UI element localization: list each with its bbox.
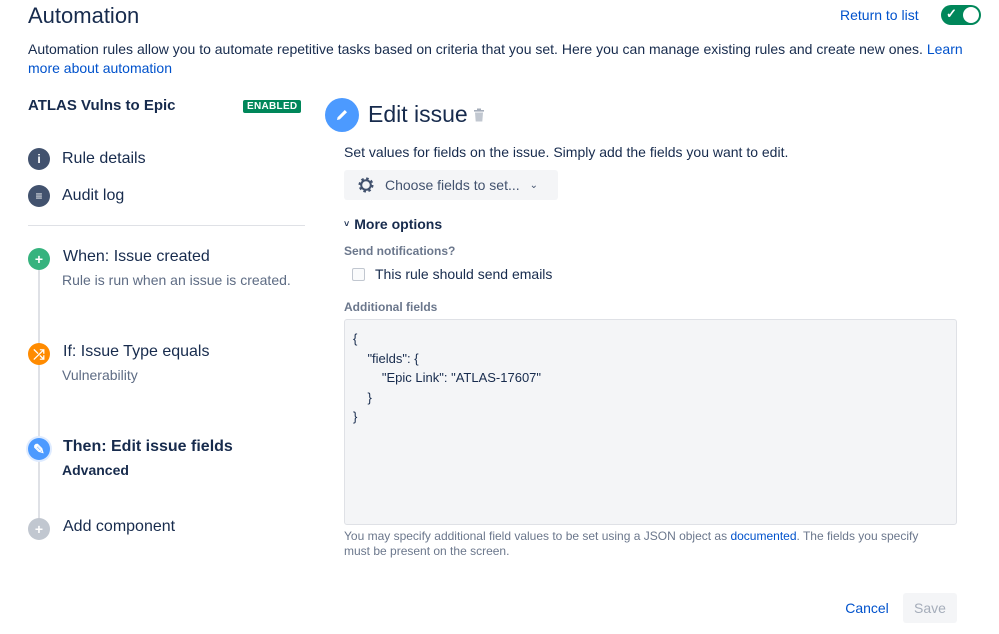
step-title: Then: Edit issue fields — [63, 438, 233, 455]
pencil-icon: ✎ — [28, 438, 50, 460]
nav-item-label: Audit log — [62, 187, 125, 204]
json-line: } — [353, 409, 358, 424]
chevron-down-icon: ˅ — [344, 219, 350, 229]
trash-icon[interactable] — [473, 108, 485, 122]
additional-fields-textarea[interactable]: { "fields": { "Epic Link": "ATLAS-17607"… — [344, 319, 957, 525]
choose-fields-button[interactable]: Choose fields to set... ⌄ — [344, 170, 558, 200]
rule-name: ATLAS Vulns to Epic — [28, 97, 176, 114]
help-text: You may specify additional field values … — [344, 529, 944, 559]
json-line: { — [353, 331, 358, 346]
more-options-toggle[interactable]: ˅ More options — [344, 216, 442, 232]
nav-item-rule-details[interactable]: i Rule details — [28, 148, 146, 170]
send-emails-row[interactable]: This rule should send emails — [352, 266, 552, 282]
shuffle-icon: ⤮ — [28, 343, 50, 365]
choose-fields-label: Choose fields to set... — [385, 177, 520, 193]
send-emails-label: This rule should send emails — [375, 266, 553, 282]
list-icon: ≡ — [28, 185, 50, 207]
step-subtitle: Advanced — [62, 462, 129, 478]
check-icon: ✓ — [946, 6, 957, 21]
send-notifications-label: Send notifications? — [344, 244, 456, 258]
chevron-down-icon: ⌄ — [529, 179, 539, 191]
nav-item-audit-log[interactable]: ≡ Audit log — [28, 185, 124, 207]
step-title: Add component — [63, 518, 176, 535]
step-title: If: Issue Type equals — [63, 343, 210, 360]
additional-fields-label: Additional fields — [344, 300, 438, 314]
panel-title: Edit issue — [368, 101, 468, 127]
plus-icon: + — [28, 248, 50, 270]
return-to-list-link[interactable]: Return to list — [840, 7, 919, 23]
help-text-before: You may specify additional field values … — [344, 529, 731, 543]
panel-description: Set values for fields on the issue. Simp… — [344, 144, 789, 160]
more-options-label: More options — [354, 216, 443, 232]
save-button[interactable]: Save — [903, 593, 957, 623]
intro-text: Automation rules allow you to automate r… — [28, 40, 973, 78]
gear-icon — [358, 177, 374, 193]
send-emails-checkbox[interactable] — [352, 267, 365, 281]
documented-link[interactable]: documented — [730, 529, 796, 543]
rule-enabled-toggle[interactable]: ✓ — [941, 5, 981, 25]
intro-description: Automation rules allow you to automate r… — [28, 41, 927, 57]
nav-item-label: Rule details — [62, 150, 146, 167]
step-subtitle: Vulnerability — [62, 367, 138, 383]
json-line: "Epic Link": "ATLAS-17607" — [353, 370, 542, 385]
json-line: "fields": { — [353, 350, 419, 366]
status-badge: ENABLED — [243, 100, 302, 113]
toggle-knob — [963, 7, 979, 23]
page-title: Automation — [28, 3, 140, 28]
step-title: When: Issue created — [63, 248, 210, 265]
divider — [28, 225, 305, 226]
timeline-line — [38, 262, 40, 532]
cancel-button[interactable]: Cancel — [838, 594, 896, 622]
step-subtitle: Rule is run when an issue is created. — [62, 272, 291, 288]
json-line: } — [353, 389, 372, 405]
pencil-icon — [325, 98, 359, 132]
plus-icon: + — [28, 518, 50, 540]
info-icon: i — [28, 148, 50, 170]
